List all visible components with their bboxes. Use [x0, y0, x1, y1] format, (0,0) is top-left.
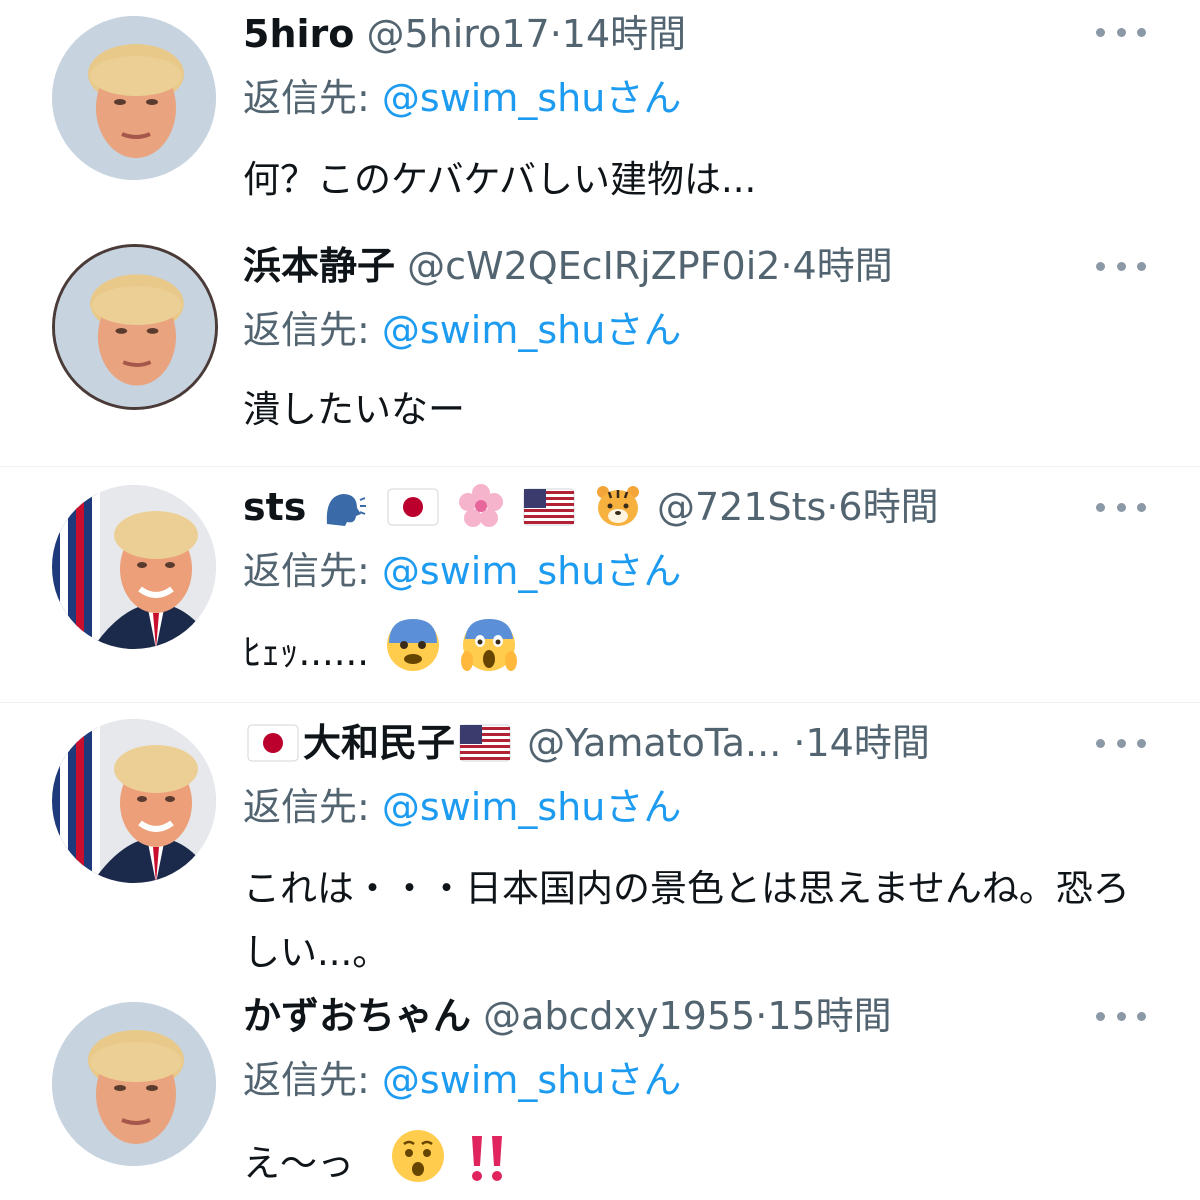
avatar[interactable]: [52, 16, 216, 180]
timestamp[interactable]: 15時間: [767, 994, 891, 1038]
separator-dot: ·: [826, 485, 839, 529]
reply-to-mention[interactable]: @swim_shuさん: [382, 76, 681, 120]
timestamp[interactable]: 6時間: [838, 485, 938, 529]
reply-header: sts @721Sts·6時間: [243, 481, 939, 533]
separator-dot: ·: [780, 244, 793, 288]
reply-thread: 5hiro @5hiro17·14時間 返信先: @swim_shuさん 何？こ…: [0, 0, 1200, 1200]
timestamp[interactable]: 4時間: [793, 244, 893, 288]
reply-to-label: 返信先:: [243, 1058, 370, 1102]
reply-to-line: 返信先: @swim_shuさん: [243, 545, 681, 597]
cherry-blossom-emoji: [458, 484, 503, 527]
display-name[interactable]: 5hiro: [243, 12, 354, 56]
reply-to-label: 返信先:: [243, 549, 370, 593]
avatar[interactable]: [52, 244, 218, 410]
reply-to-label: 返信先:: [243, 76, 370, 120]
reply-to-line: 返信先: @swim_shuさん: [243, 304, 681, 356]
reply-to-label: 返信先:: [243, 308, 370, 352]
display-name[interactable]: 浜本静子: [243, 244, 395, 288]
reply-to-mention[interactable]: @swim_shuさん: [382, 549, 681, 593]
avatar-image: [55, 247, 215, 407]
screaming-face-emoji: [460, 619, 517, 671]
double-exclamation-emoji: [471, 1136, 502, 1181]
reply-item[interactable]: 浜本静子 @cW2QEcIRjZPF0i2·4時間 返信先: @swim_shu…: [0, 230, 1200, 466]
reply-text: これは・・・日本国内の景色とは思えませんね。恐ろしい...。: [243, 867, 1130, 974]
reply-item[interactable]: 大和民子 @YamatoTa... ·14時間 返信先: @swim_shuさん…: [0, 702, 1200, 993]
reply-to-line: 返信先: @swim_shuさん: [243, 72, 681, 124]
more-options-icon[interactable]: [1096, 497, 1146, 517]
user-handle[interactable]: @abcdxy1955: [483, 994, 755, 1038]
reply-text: ﾋｪｯ......: [243, 631, 370, 674]
tiger-face-emoji: [596, 486, 639, 526]
user-handle[interactable]: @cW2QEcIRjZPF0i2: [407, 244, 780, 288]
fearful-face-emoji: [386, 619, 439, 671]
reply-to-line: 返信先: @swim_shuさん: [243, 1054, 681, 1106]
reply-to-mention[interactable]: @swim_shuさん: [382, 1058, 681, 1102]
avatar[interactable]: [52, 719, 216, 883]
japan-flag-emoji: [247, 724, 299, 762]
display-name[interactable]: かずおちゃん: [243, 994, 471, 1038]
user-handle[interactable]: @721Sts: [657, 485, 826, 529]
japan-flag-emoji: [387, 488, 439, 526]
reply-item[interactable]: 5hiro @5hiro17·14時間 返信先: @swim_shuさん 何？こ…: [0, 0, 1200, 230]
reply-header: かずおちゃん @abcdxy1955·15時間: [243, 990, 892, 1042]
separator-dot: ·: [793, 721, 806, 765]
more-options-icon[interactable]: [1096, 256, 1146, 276]
avatar-image: [52, 16, 216, 180]
reply-text-line: ﾋｪｯ......: [243, 617, 521, 685]
avatar-image: [52, 719, 216, 883]
reply-to-label: 返信先:: [243, 785, 370, 829]
reply-item[interactable]: かずおちゃん @abcdxy1955·15時間 返信先: @swim_shuさん…: [0, 988, 1200, 1200]
reply-header: 大和民子 @YamatoTa... ·14時間: [243, 717, 930, 769]
display-name[interactable]: 大和民子: [303, 721, 455, 765]
reply-text-line: え〜っ: [243, 1128, 514, 1196]
hushed-face-emoji: [391, 1130, 444, 1182]
reply-to-mention[interactable]: @swim_shuさん: [382, 785, 681, 829]
avatar-image: [52, 1002, 216, 1166]
user-handle[interactable]: @YamatoTa...: [527, 721, 781, 765]
reply-to-line: 返信先: @swim_shuさん: [243, 781, 681, 833]
more-options-icon[interactable]: [1096, 1006, 1146, 1026]
user-handle[interactable]: @5hiro17: [366, 12, 549, 56]
avatar[interactable]: [52, 1002, 216, 1166]
timestamp[interactable]: 14時間: [562, 12, 686, 56]
more-options-icon[interactable]: [1096, 733, 1146, 753]
avatar[interactable]: [52, 485, 216, 649]
reply-header: 浜本静子 @cW2QEcIRjZPF0i2·4時間: [243, 240, 893, 292]
separator-dot: ·: [549, 12, 562, 56]
reply-header: 5hiro @5hiro17·14時間: [243, 8, 686, 60]
reply-text: 何？このケバケバしい建物は...: [243, 158, 757, 201]
reply-text: え〜っ: [243, 1142, 354, 1185]
reply-item[interactable]: sts @721Sts·6時間 返信先: @swim_shuさん ﾋｪｯ....…: [0, 466, 1200, 703]
us-flag-emoji: [523, 488, 575, 526]
avatar-image: [52, 485, 216, 649]
more-options-icon[interactable]: [1096, 22, 1146, 42]
reply-to-mention[interactable]: @swim_shuさん: [382, 308, 681, 352]
speaking-head-emoji: [326, 494, 366, 526]
us-flag-emoji: [459, 724, 511, 762]
timestamp[interactable]: 14時間: [805, 721, 929, 765]
reply-text: 潰したいなー: [243, 388, 465, 431]
display-name[interactable]: sts: [243, 485, 306, 529]
separator-dot: ·: [755, 994, 768, 1038]
